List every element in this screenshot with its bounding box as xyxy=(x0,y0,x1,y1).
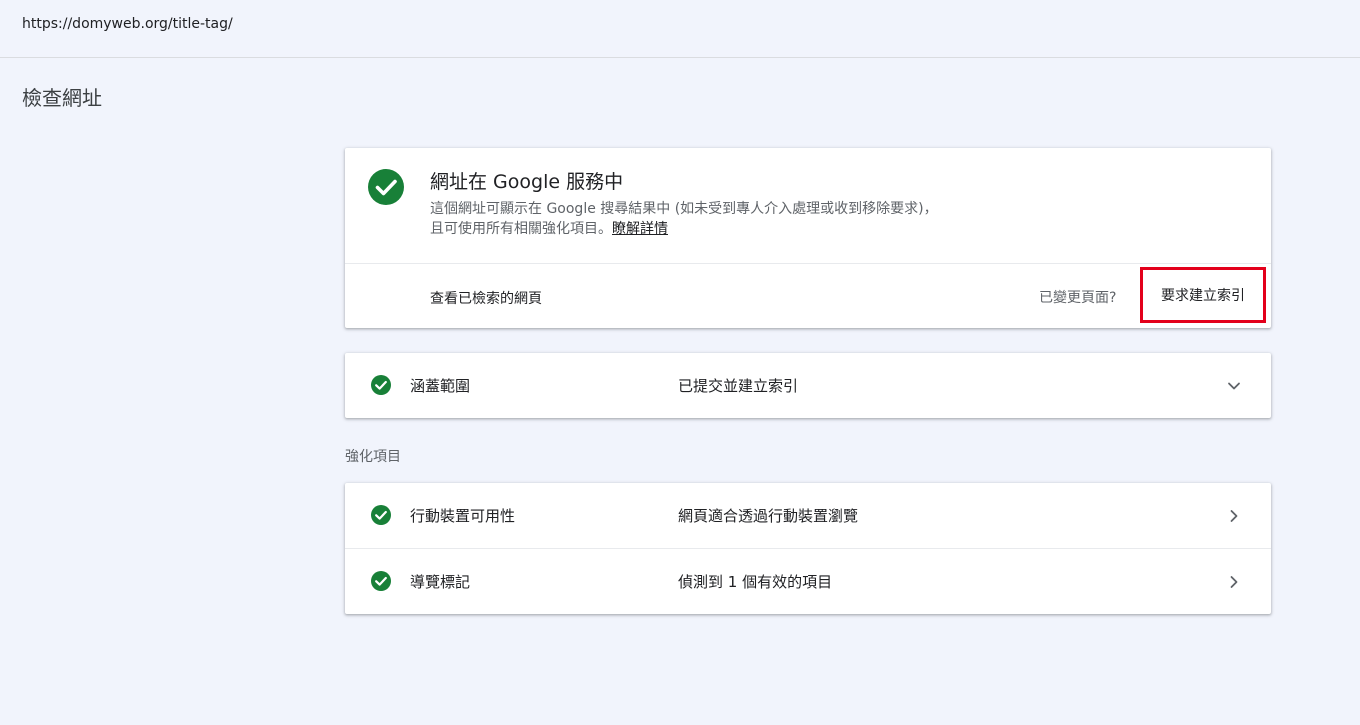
enhancements-section-label: 強化項目 xyxy=(345,449,401,465)
chevron-right-icon[interactable] xyxy=(1225,573,1243,591)
status-description-line2: 且可使用所有相關強化項目。瞭解詳情 xyxy=(430,219,1130,239)
coverage-card: 涵蓋範圍 已提交並建立索引 xyxy=(345,353,1271,418)
learn-more-link[interactable]: 瞭解詳情 xyxy=(612,221,668,237)
status-description: 這個網址可顯示在 Google 搜尋結果中 (如未受到專人介入處理或收到移除要求… xyxy=(430,199,1130,239)
page-changed-question: 已變更頁面? xyxy=(1039,290,1117,306)
view-crawled-page-link[interactable]: 查看已檢索的網頁 xyxy=(430,288,542,308)
status-description-line1: 這個網址可顯示在 Google 搜尋結果中 (如未受到專人介入處理或收到移除要求… xyxy=(430,201,938,217)
enhancement-label: 導覽標記 xyxy=(410,573,471,591)
enhancements-card: 行動裝置可用性 網頁適合透過行動裝置瀏覽 導覽標記 偵測到 1 個有效的項目 xyxy=(345,483,1271,614)
chevron-right-icon[interactable] xyxy=(1225,507,1243,525)
enhancement-row-breadcrumbs[interactable]: 導覽標記 偵測到 1 個有效的項目 xyxy=(345,549,1271,614)
coverage-value: 已提交並建立索引 xyxy=(678,377,799,395)
request-indexing-button[interactable]: 要求建立索引 xyxy=(1140,267,1266,323)
enhancement-label: 行動裝置可用性 xyxy=(410,507,516,525)
coverage-row[interactable]: 涵蓋範圍 已提交並建立索引 xyxy=(345,353,1271,418)
enhancement-value: 偵測到 1 個有效的項目 xyxy=(678,573,833,591)
status-description-text: 且可使用所有相關強化項目。 xyxy=(430,221,612,237)
enhancement-row-mobile-usability[interactable]: 行動裝置可用性 網頁適合透過行動裝置瀏覽 xyxy=(345,483,1271,548)
url-bar: https://domyweb.org/title-tag/ xyxy=(0,0,1360,58)
chevron-down-icon[interactable] xyxy=(1225,377,1243,395)
check-circle-icon xyxy=(371,571,391,591)
page-title: 檢查網址 xyxy=(22,86,102,110)
coverage-label: 涵蓋範圍 xyxy=(410,377,471,395)
check-circle-icon xyxy=(371,505,391,525)
index-status-card: 網址在 Google 服務中 這個網址可顯示在 Google 搜尋結果中 (如未… xyxy=(345,148,1271,328)
enhancement-value: 網頁適合透過行動裝置瀏覽 xyxy=(678,507,859,525)
check-circle-icon xyxy=(371,375,391,395)
status-headline: 網址在 Google 服務中 xyxy=(430,171,624,193)
card-divider xyxy=(345,263,1271,264)
check-circle-icon xyxy=(368,169,404,205)
inspected-url[interactable]: https://domyweb.org/title-tag/ xyxy=(22,16,233,32)
